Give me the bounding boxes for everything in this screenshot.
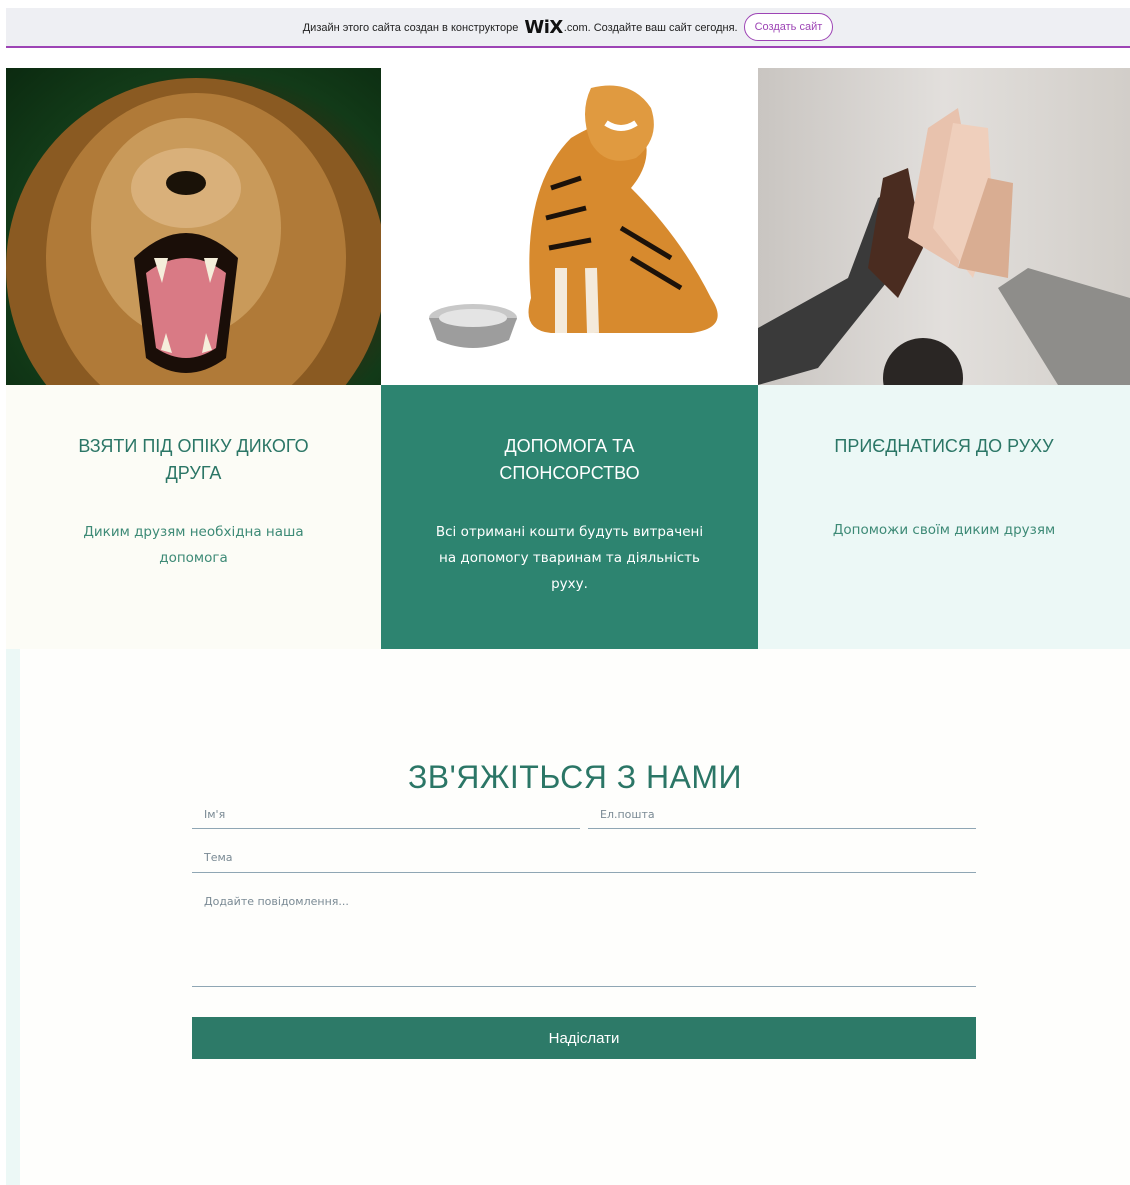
tiger-image xyxy=(381,68,758,385)
create-site-button[interactable]: Создать сайт xyxy=(743,13,834,41)
contact-title: ЗВ'ЯЖІТЬСЯ З НАМИ xyxy=(407,759,743,795)
contact-form-container: ЗВ'ЯЖІТЬСЯ З НАМИ Надіслати xyxy=(20,649,1130,1185)
card-title: ПРИЄДНАТИСЯ ДО РУХУ xyxy=(834,436,1054,456)
card-join: ПРИЄДНАТИСЯ ДО РУХУ Допоможи своїм диким… xyxy=(758,385,1130,649)
card-text: Диким друзям необхідна наша допомога xyxy=(83,524,304,566)
wix-banner-text: Дизайн этого сайта создан в конструкторе… xyxy=(302,16,738,38)
card-title: ДОПОМОГА ТА СПОНСОРСТВО xyxy=(499,436,640,483)
submit-button[interactable]: Надіслати xyxy=(192,1017,976,1059)
name-input[interactable] xyxy=(192,801,580,829)
subject-input[interactable] xyxy=(192,843,976,873)
card-adopt: ВЗЯТИ ПІД ОПІКУ ДИКОГО ДРУГА Диким друзя… xyxy=(6,385,381,649)
lion-image xyxy=(6,68,381,385)
wix-logo: WiX xyxy=(524,16,563,38)
wix-banner: Дизайн этого сайта создан в конструкторе… xyxy=(6,8,1130,48)
email-input[interactable] xyxy=(588,801,976,829)
card-text: Допоможи своїм диким друзям xyxy=(832,522,1056,538)
contact-section: ЗВ'ЯЖІТЬСЯ З НАМИ Надіслати xyxy=(6,649,1130,1185)
hands-image xyxy=(758,68,1130,385)
card-sponsor: ДОПОМОГА ТА СПОНСОРСТВО Всі отримані кош… xyxy=(381,385,758,649)
card-text: Всі отримані кошти будуть витрачені на д… xyxy=(435,524,704,592)
message-input[interactable] xyxy=(192,887,976,987)
card-title: ВЗЯТИ ПІД ОПІКУ ДИКОГО ДРУГА xyxy=(78,436,309,483)
